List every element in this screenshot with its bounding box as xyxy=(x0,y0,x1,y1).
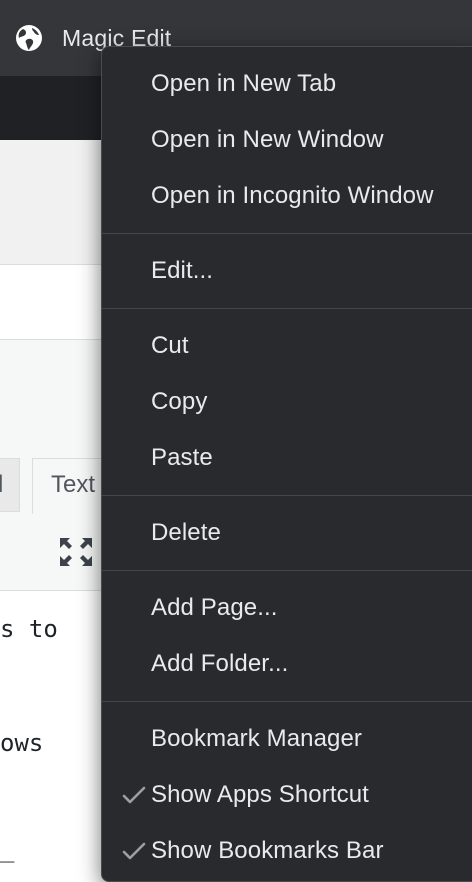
menu-item-open-new-tab[interactable]: Open in New Tab xyxy=(102,56,472,112)
menu-item-label: Open in Incognito Window xyxy=(151,182,434,209)
code-line: s to xyxy=(0,615,58,643)
menu-item-label: Add Folder... xyxy=(151,650,289,677)
check-icon xyxy=(122,842,146,860)
check-icon xyxy=(122,786,146,804)
menu-separator xyxy=(102,308,472,309)
menu-item-label: Cut xyxy=(151,332,189,359)
menu-item-label: Add Page... xyxy=(151,594,278,621)
tab-visual[interactable]: l xyxy=(0,458,20,512)
menu-item-label: Delete xyxy=(151,519,221,546)
fullscreen-icon[interactable] xyxy=(58,536,94,568)
menu-item-copy[interactable]: Copy xyxy=(102,374,472,430)
menu-item-show-apps-shortcut[interactable]: Show Apps Shortcut xyxy=(102,767,472,823)
menu-item-label: Bookmark Manager xyxy=(151,725,363,752)
menu-item-label: Open in New Window xyxy=(151,126,384,153)
menu-item-label: Show Bookmarks Bar xyxy=(151,837,384,864)
menu-item-bookmark-manager[interactable]: Bookmark Manager xyxy=(102,711,472,767)
menu-item-label: Open in New Tab xyxy=(151,70,337,97)
menu-item-label: Paste xyxy=(151,444,213,471)
menu-separator xyxy=(102,570,472,571)
menu-item-open-new-window[interactable]: Open in New Window xyxy=(102,112,472,168)
menu-item-add-folder[interactable]: Add Folder... xyxy=(102,636,472,692)
menu-item-label: Show Apps Shortcut xyxy=(151,781,369,808)
menu-item-add-page[interactable]: Add Page... xyxy=(102,580,472,636)
menu-item-label: Copy xyxy=(151,388,208,415)
menu-item-paste[interactable]: Paste xyxy=(102,430,472,486)
menu-item-label: Edit... xyxy=(151,257,214,284)
bookmark-context-menu: Open in New Tab Open in New Window Open … xyxy=(101,46,472,882)
menu-item-open-incognito-window[interactable]: Open in Incognito Window xyxy=(102,168,472,224)
tab-visual-label: l xyxy=(0,471,3,499)
code-line: _ xyxy=(0,835,15,863)
menu-item-cut[interactable]: Cut xyxy=(102,318,472,374)
globe-icon xyxy=(16,25,42,51)
menu-separator xyxy=(102,495,472,496)
menu-item-show-bookmarks-bar[interactable]: Show Bookmarks Bar xyxy=(102,823,472,879)
menu-item-edit[interactable]: Edit... xyxy=(102,243,472,299)
menu-item-delete[interactable]: Delete xyxy=(102,505,472,561)
code-line: ows xyxy=(0,729,44,757)
tab-text-label: Text xyxy=(51,471,96,498)
menu-separator xyxy=(102,701,472,702)
menu-separator xyxy=(102,233,472,234)
